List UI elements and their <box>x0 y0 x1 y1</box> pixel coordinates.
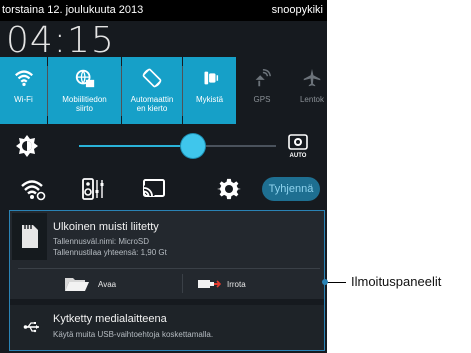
callout-label: Ilmoituspaneelit <box>351 274 442 289</box>
tile-mobile-data[interactable]: Mobiilitiedon siirto <box>48 57 121 124</box>
clear-all-button[interactable]: Tyhjennä <box>262 177 320 201</box>
tile-label: Mykistä <box>195 95 224 104</box>
storage-notification[interactable]: Ulkoinen muisti liitetty Tallennusväl.ni… <box>10 211 324 299</box>
tile-label: Mobiilitiedon siirto <box>62 95 107 113</box>
brightness-row: AUTO <box>0 124 327 167</box>
divider <box>18 268 320 269</box>
screen-cast-icon[interactable] <box>141 176 167 202</box>
mute-icon <box>204 71 218 85</box>
open-label: Avaa <box>98 279 117 289</box>
airplane-icon <box>303 68 321 87</box>
eject-label: Irrota <box>227 279 246 289</box>
callout-line <box>325 282 346 283</box>
audio-settings-icon[interactable] <box>80 176 106 202</box>
tile-label: Wi-Fi <box>14 95 33 104</box>
eject-button[interactable]: Irrota <box>197 273 246 295</box>
sd-card-icon <box>22 225 38 248</box>
tile-auto-rotate[interactable]: Automaattin en kierto <box>122 57 182 124</box>
storage-size-line: Tallennustilaa yhteensä: 1,90 Gt <box>53 248 167 257</box>
wifi-settings-icon[interactable] <box>20 176 46 202</box>
auto-brightness-icon[interactable]: AUTO <box>285 133 311 159</box>
clock: 04:15 <box>6 20 115 61</box>
brightness-slider-fill <box>79 145 194 147</box>
usb-icon <box>23 322 39 333</box>
gps-icon <box>255 69 271 87</box>
tile-label: Lentok <box>299 95 325 104</box>
storage-name-line: Tallennusväl.nimi: MicroSD <box>53 237 150 246</box>
wifi-icon <box>14 70 33 87</box>
status-date: torstaina 12. joulukuuta 2013 <box>2 4 144 16</box>
storage-title: Ulkoinen muisti liitetty <box>53 221 159 233</box>
usb-notification[interactable]: Kytketty medialaitteena Käytä muita USB-… <box>10 305 324 350</box>
sd-card-icon-box <box>12 213 47 260</box>
auto-rotate-icon <box>142 68 162 88</box>
tile-airplane[interactable]: Lentok <box>287 57 327 124</box>
tile-mute[interactable]: Mykistä <box>183 57 236 124</box>
brightness-slider[interactable] <box>79 134 276 158</box>
notification-panels: Ulkoinen muisti liitetty Tallennusväl.ni… <box>9 210 325 351</box>
status-user: snoopykiki <box>271 4 323 16</box>
divider <box>182 274 183 293</box>
status-bar: torstaina 12. joulukuuta 2013 snoopykiki <box>0 0 327 21</box>
tile-wifi[interactable]: Wi-Fi <box>0 57 47 124</box>
auto-label: AUTO <box>290 153 307 159</box>
quick-settings: Wi-Fi Mobiilitiedon siirto Automaattin e… <box>0 57 327 124</box>
action-row: Tyhjennä <box>0 167 327 210</box>
tile-label: Automaattin en kierto <box>130 95 174 113</box>
usb-subtitle: Käytä muita USB-vaihtoehtoja koskettamal… <box>53 330 214 339</box>
eject-icon <box>198 280 221 288</box>
brightness-icon <box>16 135 38 157</box>
mobile-data-icon <box>75 69 94 88</box>
tile-gps[interactable]: GPS <box>237 57 287 124</box>
folder-icon <box>65 278 89 291</box>
tile-label: GPS <box>253 95 271 104</box>
brightness-slider-thumb[interactable] <box>181 134 206 158</box>
open-button[interactable]: Avaa <box>64 273 116 295</box>
usb-title: Kytketty medialaitteena <box>53 313 167 325</box>
notification-shade: torstaina 12. joulukuuta 2013 snoopykiki… <box>0 0 327 353</box>
callout-dot <box>322 279 328 285</box>
gear-icon[interactable] <box>216 176 242 202</box>
